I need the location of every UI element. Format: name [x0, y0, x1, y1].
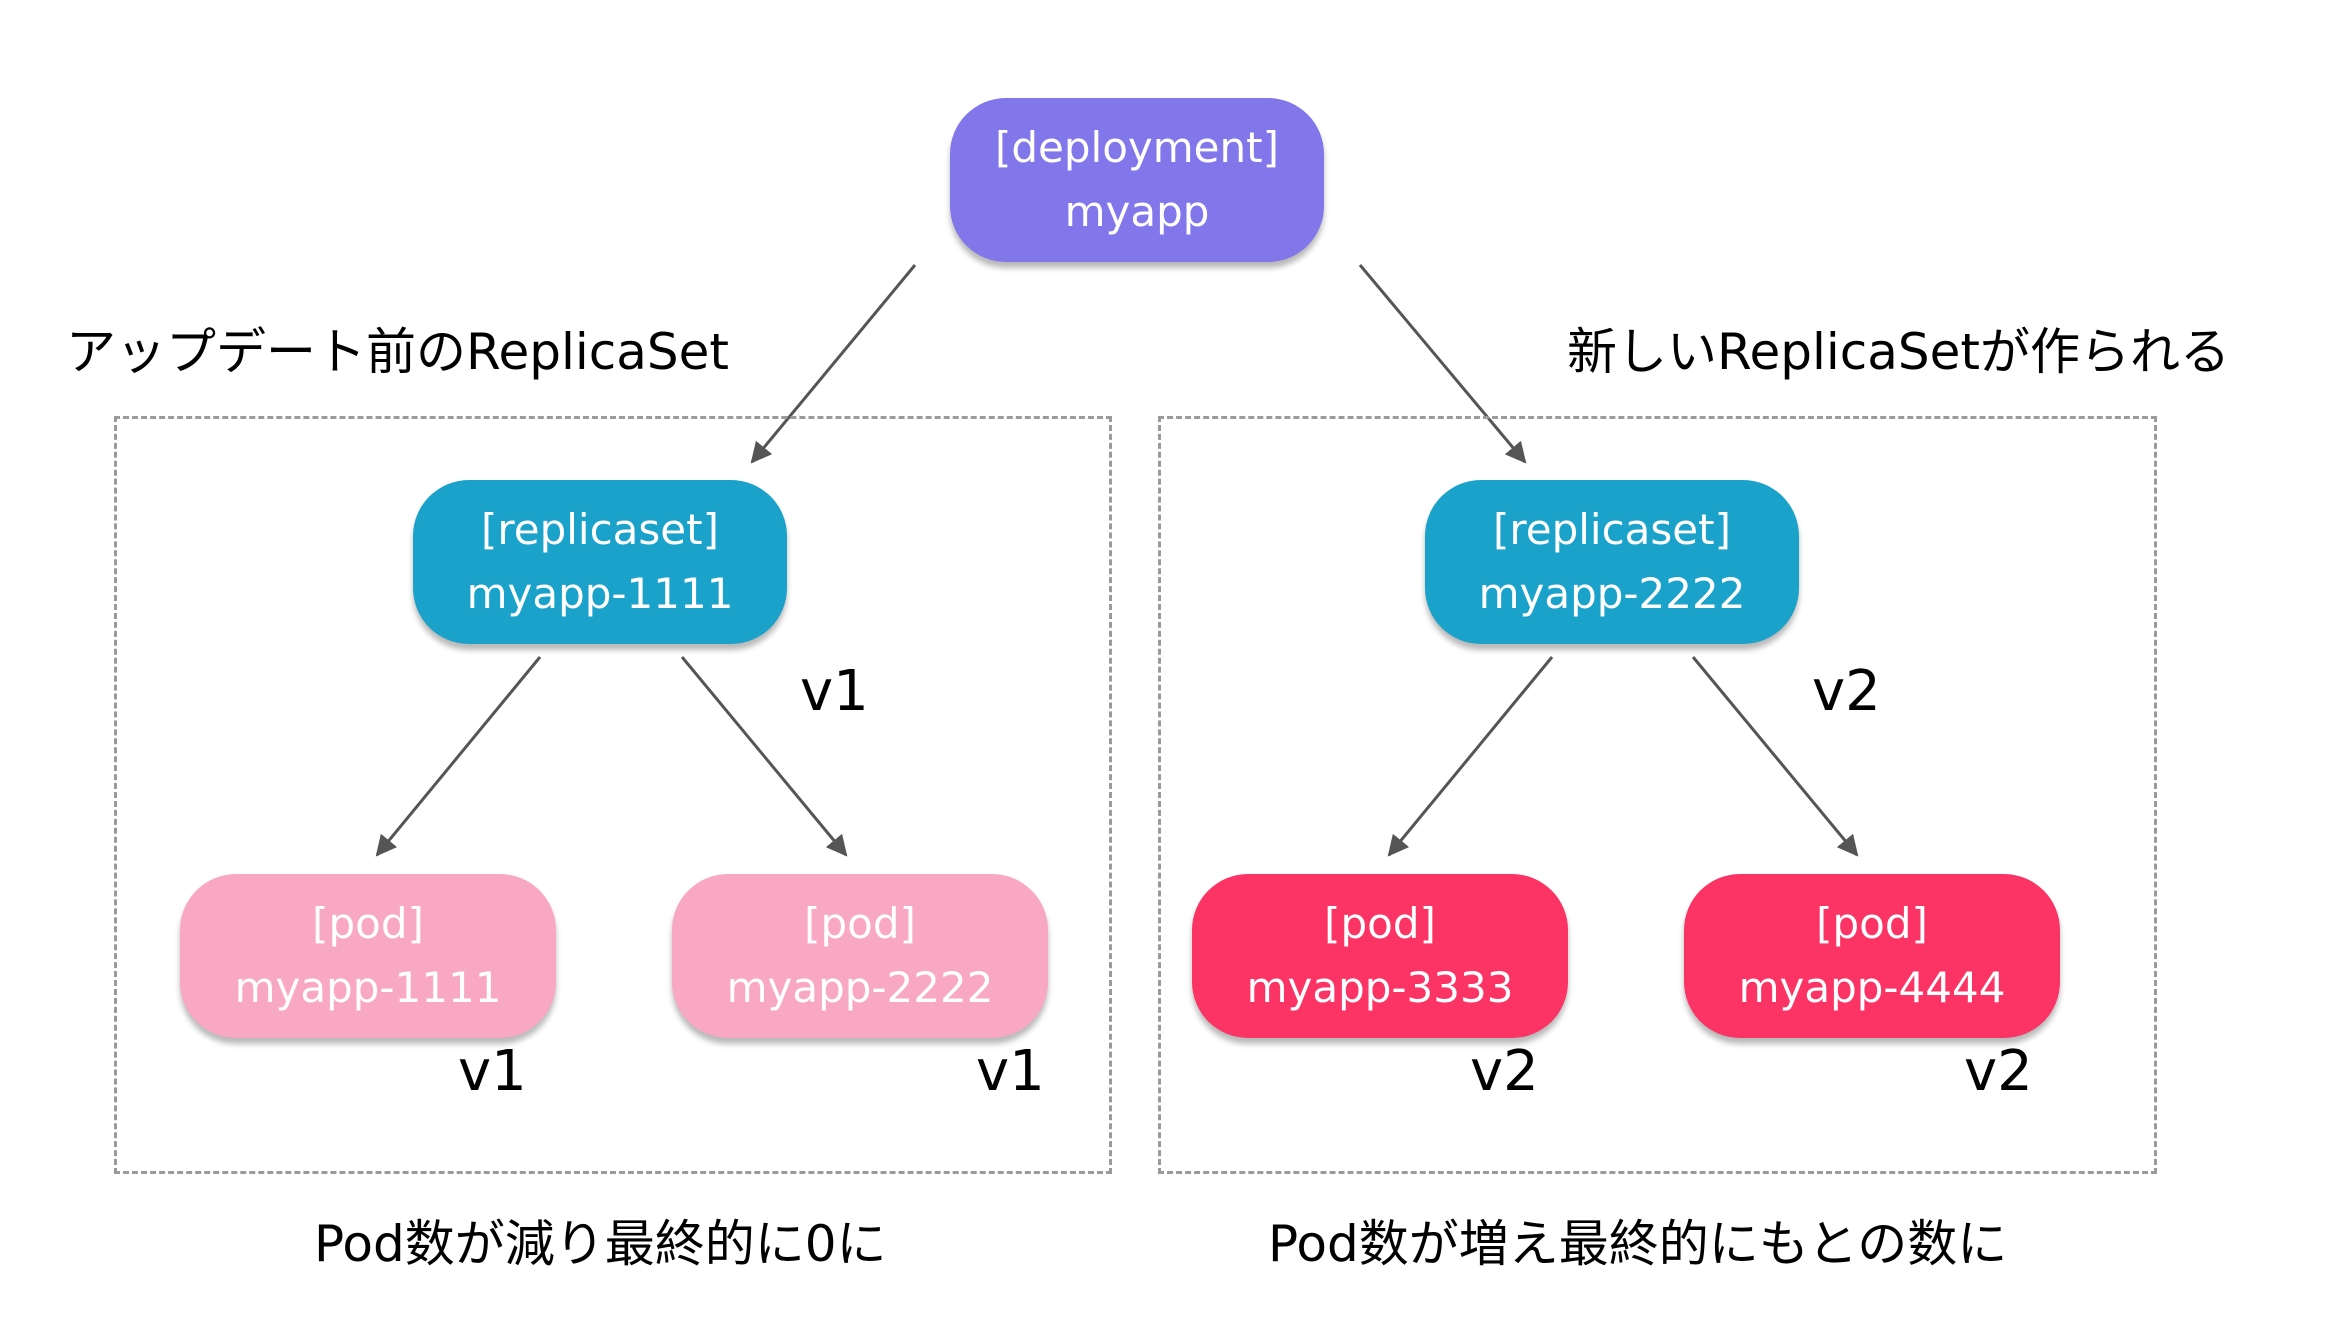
new-pod-1-type: [pod] [1324, 899, 1436, 948]
old-replicaset-name: myapp-1111 [466, 569, 734, 618]
new-replicaset-footer: Pod数が増え最終的にもとの数に [1268, 1215, 2008, 1273]
old-pod-2-type: [pod] [804, 899, 916, 948]
deployment-name: myapp [1064, 187, 1210, 236]
new-pod-2-node: [pod] myapp-4444 [1684, 874, 2060, 1038]
deployment-type: [deployment] [995, 123, 1279, 172]
old-pod-1-type: [pod] [312, 899, 424, 948]
new-pod-1-name: myapp-3333 [1246, 963, 1514, 1012]
old-replicaset-node: [replicaset] myapp-1111 [413, 480, 787, 644]
new-pod-1-version: v2 [1470, 1039, 1539, 1104]
old-pod-1-name: myapp-1111 [234, 963, 502, 1012]
old-replicaset-caption: アップデート前のReplicaSet [66, 323, 730, 381]
old-replicaset-type: [replicaset] [481, 505, 719, 554]
old-pod-1-version: v1 [458, 1039, 527, 1104]
new-replicaset-name: myapp-2222 [1478, 569, 1746, 618]
old-pod-2-version: v1 [976, 1039, 1045, 1104]
new-pod-2-name: myapp-4444 [1738, 963, 2006, 1012]
new-replicaset-caption: 新しいReplicaSetが作られる [1567, 323, 2231, 381]
old-pod-2-node: [pod] myapp-2222 [672, 874, 1048, 1038]
new-replicaset-type: [replicaset] [1493, 505, 1731, 554]
old-replicaset-version: v1 [800, 659, 869, 724]
old-pod-1-node: [pod] myapp-1111 [180, 874, 556, 1038]
new-pod-1-node: [pod] myapp-3333 [1192, 874, 1568, 1038]
old-pod-2-name: myapp-2222 [726, 963, 994, 1012]
new-replicaset-version: v2 [1812, 659, 1881, 724]
new-replicaset-node: [replicaset] myapp-2222 [1425, 480, 1799, 644]
new-pod-2-type: [pod] [1816, 899, 1928, 948]
old-replicaset-footer: Pod数が減り最終的に0に [314, 1215, 887, 1273]
deployment-node: [deployment] myapp [950, 98, 1324, 262]
new-pod-2-version: v2 [1964, 1039, 2033, 1104]
